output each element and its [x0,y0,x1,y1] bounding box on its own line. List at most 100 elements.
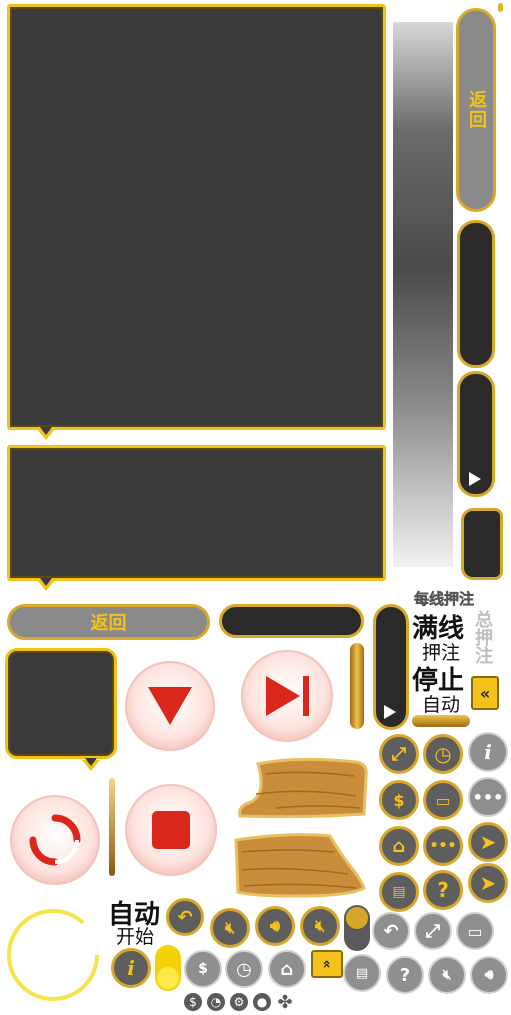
play-arrow-icon [384,705,396,719]
triangle-down-icon [148,687,192,725]
info-icon: i [127,956,135,980]
concave-side-tab [461,508,503,580]
dollar-icon: $ [184,993,202,1011]
panel-tail [37,427,55,440]
info-button-gray[interactable]: i [468,732,508,772]
mute-button-gray[interactable]: 🔇︎ [428,956,466,994]
cash-icon: ▤ [355,965,369,981]
collapse-chevron-button[interactable]: « [471,676,499,710]
toggle-switch-vertical[interactable] [344,905,370,951]
send-button[interactable]: ➤ [468,822,508,862]
refresh-ring-icon [29,814,81,866]
gear-icon: ⚙ [230,993,248,1011]
history-button-gray[interactable]: ◷ [225,950,263,988]
question-icon: ? [399,964,411,986]
coin-exchange-icon: $ [198,961,208,977]
fullscreen-icon: ⤢ [391,743,407,765]
back-button-horizontal[interactable]: 返回 [7,604,210,640]
undo-button-gray[interactable]: ↶ [372,912,410,950]
chat-icon: ▭ [467,921,483,941]
cash-button[interactable]: ▤ [379,872,419,912]
speaker-icon: 🔊︎ [484,967,494,983]
info-icon: i [484,740,492,764]
gradient-strip [393,22,453,567]
more-button-gray[interactable]: ••• [468,777,508,817]
bet-per-line-label: 每线押注 [414,591,475,609]
fullscreen-icon: ⤢ [425,920,441,942]
fullscreen-button[interactable]: ⤢ [379,734,419,774]
coin-exchange-button-gray[interactable]: $ [184,950,222,988]
send-arrow-icon: ➤ [479,830,497,854]
undo-button[interactable]: ↶ [166,898,204,936]
more-dots-icon: ••• [429,838,457,854]
chat-button-gray[interactable]: ▭ [456,912,494,950]
mute-button[interactable]: 🔇︎ [210,908,250,948]
fullscreen-button-gray[interactable]: ⤢ [414,912,452,950]
auto-start-line2: 开始 [116,927,155,948]
loading-red-button[interactable] [10,795,100,885]
mute-button-alt[interactable]: 🔇︎ [300,906,340,946]
mute-speaker-icon: 🔇︎ [314,916,326,935]
stop-red-button[interactable] [125,784,217,876]
double-chevron-left-icon: « [479,683,491,703]
dropdown-red-button[interactable] [125,661,215,751]
horizontal-dark-pill[interactable] [219,604,364,638]
send-arrow-icon: ➤ [479,871,497,895]
panel-tail [37,578,55,591]
info-button[interactable]: i [111,948,151,988]
mute-speaker-icon: 🔇︎ [442,967,452,983]
double-chevron-up-icon: « [318,959,335,969]
auto-label: 自动 [422,695,461,716]
toggle-switch-yellow[interactable] [155,945,181,991]
speaker-icon: 🔊︎ [269,916,281,935]
gold-horizontal-bar [412,715,470,727]
bronze-divider [109,778,115,876]
clock-icon: ◔ [207,993,225,1011]
toggle-knob [157,967,179,989]
cash-button-gray[interactable]: ▤ [343,954,381,992]
send-button-alt[interactable]: ➤ [468,863,508,903]
gold-vertical-bar [350,643,364,729]
large-dialog-panel [7,4,386,430]
wood-plaque-top [238,757,368,819]
medium-dialog-panel [7,445,386,581]
skip-next-red-button[interactable] [241,650,333,742]
vertical-pill-play[interactable] [457,371,495,497]
undo-icon: ↶ [383,920,399,942]
back-button-label: 返回 [466,90,487,130]
expand-chevron-button[interactable]: « [311,950,343,978]
home-icon: ⌂ [392,835,406,857]
mute-speaker-icon: 🔇︎ [224,918,236,937]
back-button-vertical[interactable]: 返回 [456,8,496,212]
small-dialog-panel [5,648,117,759]
history-clock-icon: ◷ [434,742,452,766]
undo-icon: ↶ [177,906,193,928]
question-icon: ? [437,878,449,902]
home-button-gray[interactable]: ⌂ [268,950,306,988]
progress-ring [7,909,99,1001]
total-bet-label: 总押注 [473,610,493,664]
panel-tail [82,758,100,771]
skip-next-icon [265,676,309,716]
more-button[interactable]: ••• [423,826,463,866]
coin-exchange-icon: $ [393,790,405,810]
volume-button-gray[interactable]: 🔊︎ [470,956,508,994]
cash-icon: ▤ [392,884,406,900]
volume-button[interactable]: 🔊︎ [255,906,295,946]
home-button[interactable]: ⌂ [379,826,419,866]
play-arrow-icon [469,472,481,486]
vertical-pill-play-small[interactable] [373,604,409,730]
help-button[interactable]: ? [423,870,463,910]
chat-button[interactable]: ▭ [423,780,463,820]
help-button-gray[interactable]: ? [386,956,424,994]
coin-exchange-button[interactable]: $ [379,780,419,820]
history-button[interactable]: ◷ [423,734,463,774]
stop-square-icon [152,811,190,849]
toggle-knob [346,907,368,929]
home-icon: ⌂ [280,958,294,980]
history-clock-icon: ◷ [236,958,252,980]
wood-plaque-bottom [234,833,366,898]
corner-dot [498,3,503,12]
vertical-pill-slot[interactable] [457,220,495,368]
chat-icon: ▭ [435,790,451,810]
